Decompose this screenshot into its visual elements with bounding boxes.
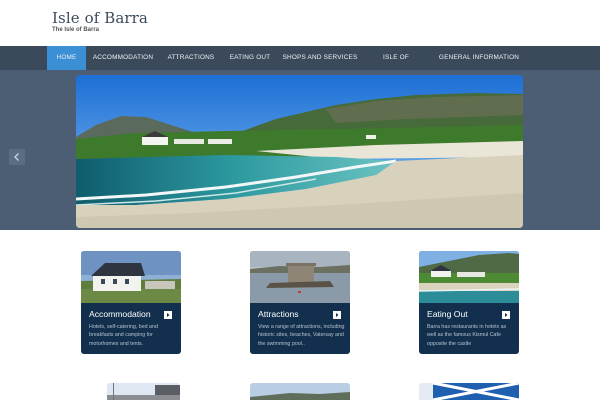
card-description: Barra has restaurants in hotels as well … bbox=[427, 324, 507, 347]
slider-prev-button[interactable] bbox=[9, 149, 25, 165]
accommodation-photo bbox=[81, 251, 181, 303]
attractions-photo bbox=[250, 251, 350, 303]
nav-item-shops-and-services[interactable]: SHOPS AND SERVICES bbox=[282, 46, 358, 70]
card-partial-2[interactable] bbox=[250, 383, 350, 400]
card-description: Hotels, self-catering, bed and breakfast… bbox=[89, 324, 158, 347]
arrow-right-icon bbox=[167, 313, 170, 317]
hero-beach-photo bbox=[76, 75, 523, 228]
nav-item-isle-of-vatersay[interactable]: ISLE OF VATERSAY bbox=[365, 46, 427, 85]
card-attractions[interactable]: Attractions View a range of attractions,… bbox=[250, 251, 350, 354]
card-accommodation[interactable]: Accommodation Hotels, self-catering, bed… bbox=[81, 251, 181, 354]
arrow-right-icon bbox=[336, 313, 339, 317]
eating-out-photo bbox=[419, 251, 519, 303]
nav-item-attractions[interactable]: ATTRACTIONS bbox=[163, 46, 219, 70]
card-link-button[interactable] bbox=[333, 311, 341, 319]
card-title: Accommodation bbox=[89, 309, 151, 319]
nav-item-accommodation[interactable]: ACCOMMODATION bbox=[89, 46, 157, 70]
site-tagline: The Isle of Barra bbox=[52, 27, 100, 33]
card-partial-3[interactable] bbox=[419, 383, 519, 400]
chevron-left-icon bbox=[14, 153, 19, 161]
card-title: Eating Out bbox=[427, 309, 468, 319]
card-title: Attractions bbox=[258, 309, 299, 319]
nav-item-home[interactable]: HOME bbox=[47, 46, 86, 70]
card-partial-1[interactable] bbox=[107, 383, 180, 400]
card-description: View a range of attractions, including h… bbox=[258, 324, 345, 347]
card-eating-out[interactable]: Eating Out Barra has restaurants in hote… bbox=[419, 251, 519, 354]
card-link-button[interactable] bbox=[502, 311, 510, 319]
site-header: Isle of Barra The Isle of Barra bbox=[0, 0, 600, 46]
nav-item-eating-out[interactable]: EATING OUT bbox=[225, 46, 275, 70]
nav-item-general-information[interactable]: GENERAL INFORMATION bbox=[438, 46, 520, 70]
main-nav: HOME ACCOMMODATION ATTRACTIONS EATING OU… bbox=[0, 46, 600, 85]
card-link-button[interactable] bbox=[164, 311, 172, 319]
site-title[interactable]: Isle of Barra bbox=[52, 9, 148, 27]
arrow-right-icon bbox=[505, 313, 508, 317]
